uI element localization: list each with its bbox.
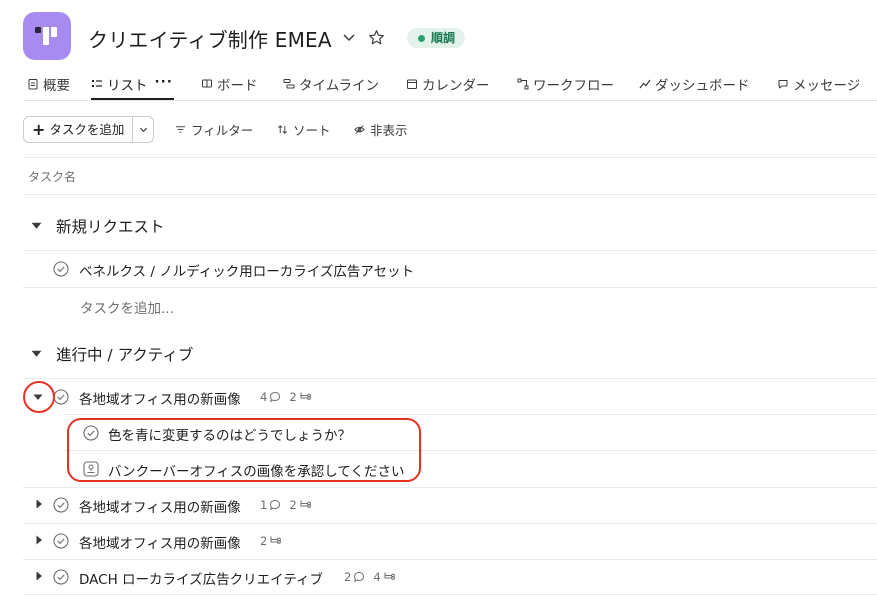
tab-more-icon[interactable]: ···: [155, 74, 173, 90]
annotation-highlight-box: [67, 418, 421, 482]
chevron-down-icon: [139, 127, 148, 133]
section-divider: [23, 378, 877, 379]
check-circle-icon[interactable]: [53, 389, 69, 405]
subtask-icon: [300, 500, 311, 508]
add-task-inline-link[interactable]: タスクを追加...: [80, 297, 174, 317]
task-row-divider: [23, 487, 877, 488]
check-circle-icon[interactable]: [53, 497, 69, 513]
subtask-count: 2: [289, 498, 297, 512]
timeline-icon: [283, 79, 295, 89]
task-meta: 2: [260, 534, 282, 548]
subtask-icon: [270, 536, 282, 544]
eye-hidden-icon: [354, 124, 365, 134]
comment-count: 4: [260, 390, 268, 404]
add-task-dropdown-button[interactable]: [132, 116, 155, 143]
tab-calendar[interactable]: カレンダー: [406, 74, 490, 100]
task-name[interactable]: DACH ローカライズ広告クリエイティブ: [79, 568, 323, 588]
column-header-divider: [23, 194, 877, 195]
add-task-group: + タスクを追加: [23, 116, 155, 143]
comment-icon: [354, 571, 365, 583]
star-icon[interactable]: [368, 29, 385, 46]
calendar-icon: [407, 79, 417, 89]
list-icon: [92, 80, 102, 87]
section-collapse-icon[interactable]: [31, 220, 42, 231]
sort-button[interactable]: ソート: [277, 121, 331, 138]
check-circle-icon[interactable]: [53, 569, 69, 585]
task-row-divider: [23, 559, 877, 560]
section-collapse-icon[interactable]: [31, 348, 42, 359]
message-icon: [778, 80, 788, 89]
subtask-count: 4: [373, 570, 381, 584]
task-name[interactable]: 各地域オフィス用の新画像: [79, 388, 241, 408]
section-title[interactable]: 進行中 / アクティブ: [56, 343, 193, 365]
comment-icon: [270, 499, 281, 511]
tab-overview[interactable]: 概要: [27, 74, 70, 100]
subtask-icon: [300, 392, 311, 400]
task-row-divider: [23, 594, 877, 595]
task-meta: 4 2: [260, 390, 311, 404]
tabs-divider: [23, 100, 877, 101]
section-title[interactable]: 新規リクエスト: [56, 215, 165, 237]
tab-messages[interactable]: メッセージ: [777, 74, 860, 100]
tab-workflow[interactable]: ワークフロー: [517, 74, 614, 100]
comment-count: 1: [260, 498, 268, 512]
filter-button[interactable]: フィルター: [175, 121, 253, 138]
project-app-icon[interactable]: [23, 12, 71, 60]
subtask-count: 2: [289, 390, 297, 404]
subtask-count: 2: [260, 534, 268, 548]
expand-subtasks-icon[interactable]: [34, 499, 44, 509]
plus-icon: +: [32, 120, 46, 139]
task-meta: 2 4: [344, 570, 395, 584]
subtask-icon: [384, 572, 395, 580]
expand-subtasks-icon[interactable]: [34, 571, 44, 581]
dashboard-icon: [639, 79, 651, 89]
task-row-divider: [65, 414, 877, 415]
project-title[interactable]: クリエイティブ制作 EMEA: [88, 24, 332, 53]
comment-count: 2: [344, 570, 352, 584]
tab-list[interactable]: リスト ···: [91, 74, 174, 100]
task-name[interactable]: 各地域オフィス用の新画像: [79, 496, 241, 516]
hide-button[interactable]: 非表示: [354, 121, 408, 138]
comment-icon: [270, 391, 281, 403]
chevron-down-icon[interactable]: [341, 29, 357, 45]
tab-board[interactable]: ボード: [201, 74, 258, 100]
task-meta: 1 2: [260, 498, 311, 512]
tab-dashboard[interactable]: ダッシュボード: [639, 74, 750, 100]
task-name[interactable]: 各地域オフィス用の新画像: [79, 532, 241, 552]
section-divider: [23, 250, 877, 251]
task-name[interactable]: ベネルクス / ノルディック用ローカライズ広告アセット: [79, 260, 414, 280]
expand-subtasks-icon[interactable]: [34, 535, 44, 545]
status-badge[interactable]: 順調: [407, 28, 466, 48]
toolbar-divider: [23, 157, 877, 158]
workflow-icon: [517, 78, 529, 90]
check-circle-icon[interactable]: [53, 533, 69, 549]
overview-icon: [28, 79, 38, 90]
check-circle-icon[interactable]: [53, 261, 69, 277]
status-dot-icon: [418, 35, 425, 42]
task-row-divider: [23, 287, 877, 288]
add-task-button[interactable]: + タスクを追加: [23, 116, 133, 143]
tab-timeline[interactable]: タイムライン: [283, 74, 379, 100]
filter-icon: [175, 125, 186, 133]
column-header-task-name[interactable]: タスク名: [28, 168, 76, 185]
board-icon: [202, 79, 212, 88]
task-row-divider: [23, 523, 877, 524]
annotation-highlight-circle: [23, 381, 55, 413]
sort-icon: [278, 124, 287, 134]
